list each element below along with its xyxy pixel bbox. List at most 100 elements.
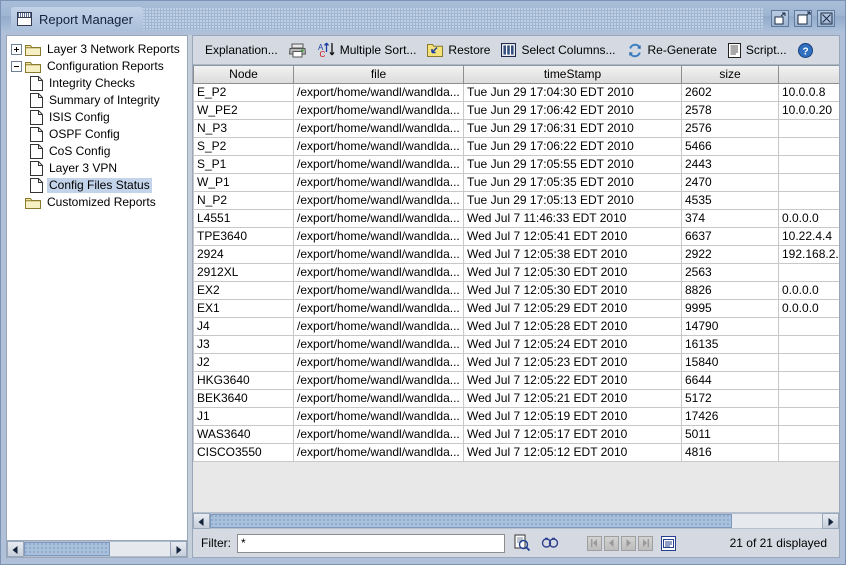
column-header-size[interactable]: size bbox=[681, 66, 779, 84]
tree-horizontal-scrollbar[interactable] bbox=[7, 540, 187, 557]
re-generate-button[interactable]: Re-Generate bbox=[623, 41, 724, 60]
cell-ip bbox=[778, 425, 839, 444]
restore-folder-icon bbox=[427, 43, 444, 57]
cell-ip bbox=[778, 155, 839, 174]
cell-node: N_P2 bbox=[193, 191, 294, 210]
tree-scroll-right-button[interactable] bbox=[170, 541, 187, 557]
multiple-sort-button[interactable]: A C Multiple Sort... bbox=[314, 40, 424, 60]
cell-timestamp: Tue Jun 29 17:05:55 EDT 2010 bbox=[463, 155, 682, 174]
cell-file: /export/home/wandl/wandlda... bbox=[293, 389, 464, 408]
table-scroll-track[interactable] bbox=[210, 513, 822, 529]
previous-page-button[interactable] bbox=[604, 535, 619, 551]
tree-item-label: Integrity Checks bbox=[49, 76, 136, 90]
tree-item-cos-config[interactable]: CoS Config bbox=[7, 143, 187, 160]
tree-item-integrity-checks[interactable]: Integrity Checks bbox=[7, 75, 187, 92]
next-page-button[interactable] bbox=[621, 535, 636, 551]
tree-item-layer-3-vpn[interactable]: Layer 3 VPN bbox=[7, 160, 187, 177]
expand-toggle-icon[interactable] bbox=[11, 44, 22, 55]
cell-size: 14790 bbox=[681, 317, 779, 336]
first-page-button[interactable] bbox=[587, 535, 602, 551]
tree-item-configuration-reports[interactable]: Configuration Reports bbox=[7, 58, 187, 75]
table-row[interactable]: N_P3/export/home/wandl/wandlda... Tue Jun… bbox=[193, 119, 839, 138]
table-row[interactable]: 2912XL/export/home/wandl/wandlda... Wed J… bbox=[193, 263, 839, 282]
column-header-timestamp[interactable]: timeStamp bbox=[463, 66, 682, 84]
tree-item-ospf-config[interactable]: OSPF Config bbox=[7, 126, 187, 143]
tree-item-summary-of-integrity[interactable]: Summary of Integrity bbox=[7, 92, 187, 109]
table-row[interactable]: EX1/export/home/wandl/wandlda... Wed Jul … bbox=[193, 299, 839, 318]
cell-file: /export/home/wandl/wandlda... bbox=[293, 227, 464, 246]
cell-timestamp: Tue Jun 29 17:04:30 EDT 2010 bbox=[463, 83, 682, 102]
table-row[interactable]: S_P2/export/home/wandl/wandlda... Tue Jun… bbox=[193, 137, 839, 156]
cell-size: 5011 bbox=[681, 425, 779, 444]
cell-size: 4535 bbox=[681, 191, 779, 210]
table-row[interactable]: WAS3640/export/home/wandl/wandlda... Wed … bbox=[193, 425, 839, 444]
last-page-button[interactable] bbox=[638, 535, 653, 551]
cell-file: /export/home/wandl/wandlda... bbox=[293, 335, 464, 354]
cell-size: 6644 bbox=[681, 371, 779, 390]
list-view-button[interactable] bbox=[661, 535, 676, 551]
table-body: E_P2/export/home/wandl/wandlda... Tue Jun… bbox=[193, 83, 839, 462]
cell-node: L4551 bbox=[193, 209, 294, 228]
cell-timestamp: Wed Jul 7 12:05:28 EDT 2010 bbox=[463, 317, 682, 336]
table-row[interactable]: W_PE2/export/home/wandl/wandlda... Tue Ju… bbox=[193, 101, 839, 120]
cell-node: S_P2 bbox=[193, 137, 294, 156]
collapse-toggle-icon[interactable] bbox=[11, 61, 22, 72]
table-row[interactable]: L4551/export/home/wandl/wandlda... Wed Ju… bbox=[193, 209, 839, 228]
table-row[interactable]: EX2/export/home/wandl/wandlda... Wed Jul … bbox=[193, 281, 839, 300]
close-button[interactable] bbox=[817, 9, 835, 27]
tree-scroll-left-button[interactable] bbox=[7, 541, 24, 557]
cell-file: /export/home/wandl/wandlda... bbox=[293, 245, 464, 264]
explanation-button[interactable]: Explanation... bbox=[201, 41, 285, 59]
file-icon bbox=[30, 76, 43, 91]
table-scroll-right-button[interactable] bbox=[822, 513, 839, 529]
cell-file: /export/home/wandl/wandlda... bbox=[293, 443, 464, 462]
filter-input[interactable] bbox=[237, 533, 505, 553]
report-tree[interactable]: Layer 3 Network Reports Configuration Rep… bbox=[7, 36, 187, 540]
table-row[interactable]: HKG3640/export/home/wandl/wandlda... Wed … bbox=[193, 371, 839, 390]
column-header-ip[interactable]: IP bbox=[778, 66, 839, 84]
table-row[interactable]: J3/export/home/wandl/wandlda... Wed Jul 7… bbox=[193, 335, 839, 354]
table-scroll-thumb[interactable] bbox=[210, 514, 732, 528]
table-row[interactable]: E_P2/export/home/wandl/wandlda... Tue Jun… bbox=[193, 83, 839, 102]
help-button[interactable]: ? bbox=[794, 41, 820, 60]
cell-size: 9995 bbox=[681, 299, 779, 318]
tree-item-config-files-status[interactable]: Config Files Status bbox=[7, 177, 187, 194]
maximize-button[interactable] bbox=[794, 9, 812, 27]
report-table-scroll[interactable]: NodefiletimeStampsizeIP E_P2/export/home… bbox=[193, 66, 839, 512]
select-columns-button[interactable]: Select Columns... bbox=[497, 41, 622, 59]
table-row[interactable]: S_P1/export/home/wandl/wandlda... Tue Jun… bbox=[193, 155, 839, 174]
restore-button[interactable]: Restore bbox=[423, 41, 497, 59]
table-row[interactable]: W_P1/export/home/wandl/wandlda... Tue Jun… bbox=[193, 173, 839, 192]
table-row[interactable]: TPE3640/export/home/wandl/wandlda... Wed … bbox=[193, 227, 839, 246]
columns-icon bbox=[501, 43, 517, 57]
tree-item-layer-3-network-reports[interactable]: Layer 3 Network Reports bbox=[7, 41, 187, 58]
status-text: 21 of 21 displayed bbox=[729, 536, 827, 550]
cell-node: J1 bbox=[193, 407, 294, 426]
table-row[interactable]: J1/export/home/wandl/wandlda... Wed Jul 7… bbox=[193, 407, 839, 426]
tree-item-isis-config[interactable]: ISIS Config bbox=[7, 109, 187, 126]
table-row[interactable]: CISCO3550/export/home/wandl/wandlda... We… bbox=[193, 443, 839, 462]
toolbar-item-label: Explanation... bbox=[205, 43, 278, 57]
cell-node: J2 bbox=[193, 353, 294, 372]
column-header-file[interactable]: file bbox=[293, 66, 464, 84]
cell-timestamp: Wed Jul 7 12:05:29 EDT 2010 bbox=[463, 299, 682, 318]
filter-bar: Filter: * 21 of 21 displayed bbox=[193, 529, 839, 557]
table-row[interactable]: 2924/export/home/wandl/wandlda... Wed Jul… bbox=[193, 245, 839, 264]
table-row[interactable]: J4/export/home/wandl/wandlda... Wed Jul 7… bbox=[193, 317, 839, 336]
script-button[interactable]: Script... bbox=[724, 41, 794, 60]
table-row[interactable]: J2/export/home/wandl/wandlda... Wed Jul 7… bbox=[193, 353, 839, 372]
help-icon: ? bbox=[797, 42, 813, 58]
table-horizontal-scrollbar[interactable] bbox=[193, 512, 839, 529]
table-row[interactable]: BEK3640/export/home/wandl/wandlda... Wed … bbox=[193, 389, 839, 408]
restore-down-button[interactable] bbox=[771, 9, 789, 27]
advanced-search-button[interactable] bbox=[539, 533, 561, 553]
cell-file: /export/home/wandl/wandlda... bbox=[293, 371, 464, 390]
print-button[interactable] bbox=[285, 41, 314, 60]
find-in-report-button[interactable] bbox=[511, 533, 533, 553]
column-header-node[interactable]: Node bbox=[193, 66, 294, 84]
tree-scroll-track[interactable] bbox=[24, 541, 170, 557]
tree-item-customized-reports[interactable]: Customized Reports bbox=[7, 194, 187, 211]
table-scroll-left-button[interactable] bbox=[193, 513, 210, 529]
table-row[interactable]: N_P2/export/home/wandl/wandlda... Tue Jun… bbox=[193, 191, 839, 210]
tree-scroll-thumb[interactable] bbox=[24, 542, 110, 556]
